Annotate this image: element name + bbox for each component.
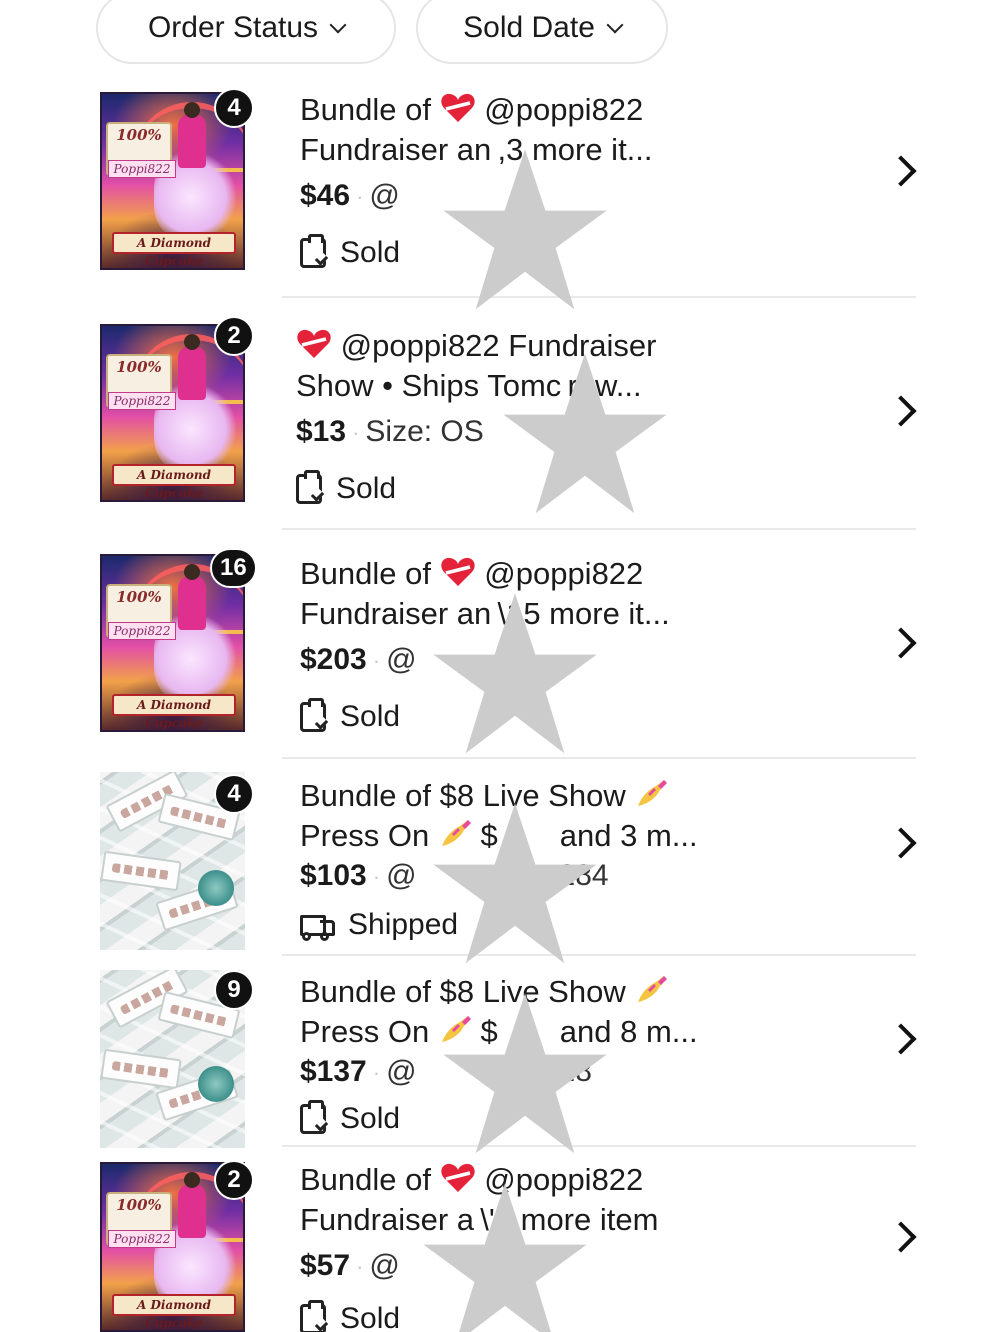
separator-dot: · [356, 1254, 364, 1280]
row-divider [282, 528, 916, 530]
title-text: Bundle of [300, 1162, 431, 1197]
chevron-down-icon [329, 16, 347, 34]
clipboard-check-icon [300, 1100, 326, 1135]
thumb-name-label: Poppi822 [108, 392, 176, 410]
nail-polish-icon [634, 778, 668, 810]
rider-figure [178, 334, 206, 400]
item-count-badge: 9 [214, 970, 254, 1010]
clipboard-check-icon [296, 470, 322, 505]
item-count-badge: 4 [214, 774, 254, 814]
thumb-name-label: Poppi822 [108, 1230, 176, 1248]
clipboard-check-icon [300, 698, 326, 733]
redaction-star-icon [420, 1180, 590, 1332]
order-price: $57 [300, 1249, 351, 1282]
heart-icon [296, 328, 332, 360]
sold-date-label: Sold Date [463, 11, 595, 44]
item-count-badge: 16 [210, 548, 257, 588]
status-label: Sold [336, 472, 397, 506]
separator-dot: · [352, 420, 360, 446]
seller-handle: @poppi822 [484, 92, 644, 127]
status-label: Sold [340, 236, 401, 270]
truck-icon [300, 913, 335, 942]
redaction-star-icon [500, 350, 670, 520]
order-price: $137 [300, 1055, 367, 1088]
title-text: Press On [300, 1014, 430, 1049]
order-title-line-1: Bundle of @poppi822 [300, 554, 860, 594]
order-price: $203 [300, 643, 367, 676]
chevron-right-icon[interactable] [885, 1221, 917, 1253]
nail-polish-icon [634, 974, 668, 1006]
title-text: Bundle of [300, 556, 431, 591]
thumb-banner-label: A Diamond Cupcake [112, 694, 236, 730]
thumb-name-label: Poppi822 [108, 160, 176, 178]
thumb-name-label: Poppi822 [108, 622, 176, 640]
buyer-handle: @ [386, 643, 417, 676]
separator-dot: · [372, 864, 381, 890]
redaction-star-icon [440, 990, 610, 1160]
nail-disc [198, 1066, 234, 1102]
separator-dot: · [356, 184, 364, 210]
separator-dot: · [372, 648, 381, 674]
rider-figure [178, 102, 206, 168]
filter-bar: Order Status Sold Date [0, 0, 1000, 70]
chevron-down-icon [606, 16, 624, 34]
heart-icon [440, 92, 476, 124]
order-title-line-1: Bundle of @poppi822 [300, 90, 860, 130]
chevron-right-icon[interactable] [885, 627, 917, 659]
chevron-right-icon[interactable] [885, 155, 917, 187]
order-status-filter[interactable]: Order Status [96, 0, 396, 64]
buyer-handle: @ [386, 1055, 423, 1088]
clipboard-check-icon [300, 234, 326, 269]
thumb-banner-label: A Diamond Cupcake [112, 232, 236, 268]
order-price: $13 [296, 415, 347, 448]
buyer-handle: @ [369, 179, 406, 212]
order-price: $103 [300, 859, 367, 892]
sold-date-filter[interactable]: Sold Date [416, 0, 668, 64]
buyer-handle: @ [386, 859, 423, 892]
seller-handle: @poppi822 [484, 556, 644, 591]
order-status-label: Order Status [147, 11, 319, 44]
size-label: Size: OS [365, 415, 484, 448]
thumb-banner-label: A Diamond Cupcake [112, 464, 236, 500]
status-label: Sold [340, 1302, 401, 1332]
nail-tray [100, 1048, 182, 1090]
title-text: Bundle of [300, 92, 431, 127]
redaction-star-icon [430, 800, 600, 970]
order-price: $46 [300, 179, 351, 212]
thumb-banner-label: A Diamond Cupcake [112, 1294, 236, 1330]
heart-icon [440, 556, 476, 588]
title-text: Press On [300, 818, 430, 853]
item-count-badge: 4 [214, 88, 254, 128]
nail-tray [100, 850, 182, 892]
rider-figure [178, 1172, 206, 1238]
buyer-handle: @ [369, 1249, 406, 1282]
chevron-right-icon[interactable] [885, 395, 917, 427]
item-count-badge: 2 [214, 1160, 254, 1200]
separator-dot: · [372, 1060, 381, 1086]
status-label: Sold [340, 700, 401, 734]
redaction-star-icon [440, 146, 610, 316]
rider-figure [178, 564, 206, 630]
item-count-badge: 2 [214, 316, 254, 356]
clipboard-check-icon [300, 1300, 326, 1332]
redaction-star-icon [430, 590, 600, 760]
status-label: Sold [340, 1102, 401, 1136]
chevron-right-icon[interactable] [885, 1023, 917, 1055]
chevron-right-icon[interactable] [885, 827, 917, 859]
nail-disc [198, 870, 234, 906]
